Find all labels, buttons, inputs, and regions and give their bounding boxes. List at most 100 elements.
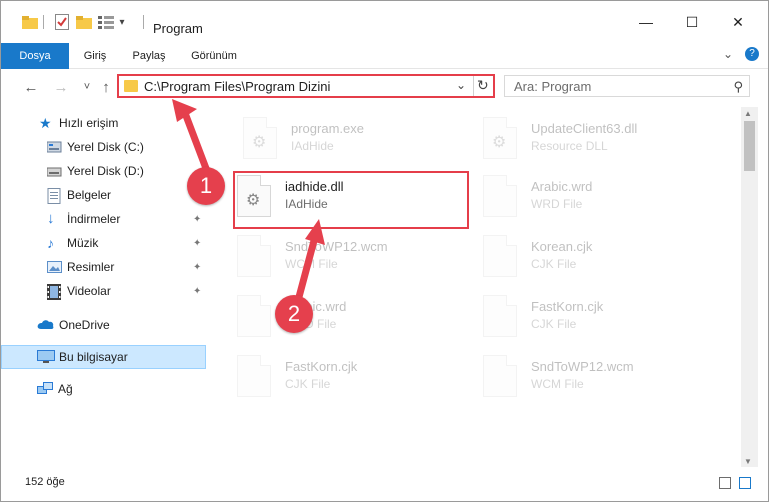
file-type: Resource DLL (531, 139, 608, 153)
folder-icon (124, 80, 138, 92)
search-input[interactable]: Ara: Program (514, 79, 591, 94)
pin-icon[interactable]: ✦ (193, 214, 201, 225)
file-icon (483, 355, 517, 397)
file-item[interactable]: ⚙ UpdateClient63.dll Resource DLL (483, 115, 723, 171)
sidebar-item-label: Yerel Disk (D:) (67, 164, 144, 178)
up-button[interactable]: ↑ (96, 77, 116, 97)
search-icon[interactable]: ⚲ (733, 79, 743, 95)
sidebar-item-documents[interactable]: Belgeler (1, 183, 206, 207)
address-path[interactable]: C:\Program Files\Program Dizini (144, 79, 330, 94)
pin-icon[interactable]: ✦ (193, 262, 201, 273)
file-icon (483, 295, 517, 337)
sidebar-item-label: Yerel Disk (C:) (67, 140, 144, 154)
item-count: 152 öğe (25, 476, 65, 488)
sidebar-item-downloads[interactable]: ↓ İndirmeler ✦ (1, 207, 206, 231)
title-bar: ▾ Program — ☐ ✕ (1, 1, 768, 43)
address-dropdown-icon[interactable]: ⌄ (456, 78, 466, 92)
properties-icon[interactable] (53, 12, 71, 32)
file-type: CJK File (531, 257, 577, 271)
sidebar-item-label: Hızlı erişim (59, 116, 119, 130)
drive-icon (46, 164, 63, 178)
file-name: SndToWP12.wcm (285, 239, 388, 254)
pictures-icon (47, 260, 63, 274)
expand-ribbon-icon[interactable]: ⌄ (723, 47, 733, 61)
sidebar-item-disk-c[interactable]: Yerel Disk (C:) (1, 135, 206, 159)
pin-icon[interactable]: ✦ (193, 286, 201, 297)
file-item[interactable]: SndToWP12.wcm WCM File (483, 353, 723, 409)
file-item[interactable]: Korean.cjk CJK File (483, 233, 723, 289)
new-folder-icon[interactable] (75, 12, 93, 32)
file-type: IAdHide (291, 139, 334, 153)
step-2-callout: 2 (275, 295, 313, 333)
step-1-callout: 1 (187, 167, 225, 205)
details-view-icon[interactable] (97, 12, 115, 32)
file-item[interactable]: SndToWP12.wcm WCM File (237, 233, 477, 289)
sidebar-item-music[interactable]: ♪ Müzik ✦ (1, 231, 206, 255)
search-box[interactable]: Ara: Program ⚲ (504, 75, 750, 97)
file-highlight-box (233, 171, 469, 229)
toolbar-separator (41, 12, 45, 32)
file-item[interactable]: ⚙ program.exe IAdHide (243, 115, 483, 171)
help-icon[interactable]: ? (745, 47, 759, 61)
file-type: CJK File (285, 377, 331, 391)
address-separator (473, 76, 474, 96)
file-list: ⚙ program.exe IAdHide ⚙ UpdateClient63.d… (211, 107, 741, 467)
vertical-scrollbar[interactable]: ▲ ▼ (741, 107, 758, 467)
drive-icon (46, 140, 63, 154)
file-type: CJK File (531, 317, 577, 331)
exe-icon: ⚙ (243, 117, 277, 159)
sidebar-item-quick-access[interactable]: ★ Hızlı erişim (1, 111, 206, 135)
pin-icon[interactable]: ✦ (193, 238, 201, 249)
window-title: Program (153, 21, 203, 36)
file-type: WRD File (531, 197, 583, 211)
scroll-up-icon[interactable]: ▲ (744, 109, 752, 118)
file-item[interactable]: Arabic.wrd WRD File (237, 293, 477, 349)
file-name: FastKorn.cjk (531, 299, 604, 314)
details-view-icon[interactable] (719, 477, 731, 489)
file-item[interactable]: FastKorn.cjk CJK File (237, 353, 477, 409)
scroll-down-icon[interactable]: ▼ (744, 457, 752, 466)
file-name: FastKorn.cjk (285, 359, 358, 374)
scroll-thumb[interactable] (744, 121, 755, 171)
forward-button[interactable]: → (51, 77, 71, 97)
ribbon-tabs: Dosya Giriş Paylaş Görünüm ⌄ ? (1, 43, 768, 99)
sidebar-item-network[interactable]: Ağ (1, 377, 206, 401)
recent-locations-button[interactable]: ˅ (77, 77, 97, 97)
star-icon: ★ (39, 115, 52, 131)
maximize-button[interactable]: ☐ (669, 1, 715, 43)
sidebar-item-videos[interactable]: Videolar ✦ (1, 279, 206, 303)
sidebar-item-label: Ağ (58, 382, 73, 396)
sidebar-item-pictures[interactable]: Resimler ✦ (1, 255, 206, 279)
tab-view[interactable]: Görünüm (183, 43, 245, 69)
sidebar-item-onedrive[interactable]: OneDrive (1, 313, 206, 337)
file-item[interactable]: FastKorn.cjk CJK File (483, 293, 723, 349)
refresh-icon[interactable]: ↻ (477, 77, 489, 94)
file-icon (483, 175, 517, 217)
back-button[interactable]: ← (21, 77, 41, 97)
tab-share[interactable]: Paylaş (121, 43, 177, 69)
music-icon: ♪ (47, 235, 54, 251)
tab-home[interactable]: Giriş (75, 43, 115, 69)
large-icons-view-icon[interactable] (739, 477, 751, 489)
file-name: Arabic.wrd (531, 179, 593, 194)
network-icon (37, 382, 53, 396)
status-bar: 152 öğe (1, 469, 768, 501)
minimize-button[interactable]: — (623, 1, 669, 43)
cloud-icon (37, 318, 54, 332)
sidebar-item-label: Bu bilgisayar (59, 350, 128, 364)
close-button[interactable]: ✕ (715, 1, 761, 43)
sidebar-item-label: Müzik (67, 236, 99, 250)
sidebar-item-this-pc[interactable]: Bu bilgisayar (1, 345, 206, 369)
file-name: Korean.cjk (531, 239, 593, 254)
file-item[interactable]: Arabic.wrd WRD File (483, 173, 723, 229)
address-bar[interactable]: C:\Program Files\Program Dizini ⌄ ↻ (117, 74, 495, 98)
folder-icon (21, 12, 39, 32)
file-icon (483, 235, 517, 277)
sidebar-item-label: Resimler (67, 260, 115, 274)
file-name: program.exe (291, 121, 364, 136)
sidebar-item-disk-d[interactable]: Yerel Disk (D:) (1, 159, 206, 183)
customize-toolbar-icon[interactable]: ▾ (115, 12, 129, 32)
sidebar-item-label: Belgeler (67, 188, 112, 202)
download-icon: ↓ (47, 210, 55, 227)
file-type: WCM File (285, 257, 338, 271)
